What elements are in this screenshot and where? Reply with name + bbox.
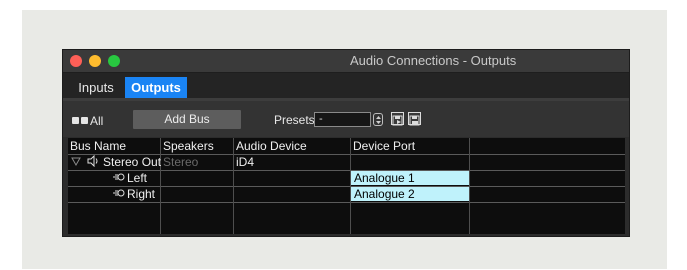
presets-stepper-icon[interactable] xyxy=(373,113,383,126)
save-preset-icon[interactable] xyxy=(391,112,404,126)
zoom-window-button[interactable] xyxy=(108,55,120,67)
close-window-button[interactable] xyxy=(70,55,82,67)
column-divider xyxy=(233,138,234,234)
device-port-right[interactable]: Analogue 2 xyxy=(351,187,469,201)
title-bar[interactable]: Audio Connections - Outputs xyxy=(63,50,629,73)
connections-table: Bus Name Speakers Audio Device Device Po… xyxy=(68,138,625,234)
column-header-speakers[interactable]: Speakers xyxy=(161,138,233,154)
tab-outputs[interactable]: Outputs xyxy=(125,77,187,99)
expand-all-icon[interactable] xyxy=(72,117,79,124)
tab-bar: Inputs Outputs xyxy=(63,73,629,99)
tab-inputs[interactable]: Inputs xyxy=(67,77,125,99)
column-divider xyxy=(469,138,470,234)
column-divider xyxy=(350,138,351,234)
minimize-window-button[interactable] xyxy=(89,55,101,67)
all-label[interactable]: All xyxy=(90,114,103,128)
plug-icon xyxy=(112,171,126,186)
presets-select[interactable]: - xyxy=(314,112,371,127)
toolbar: All Add Bus Presets - xyxy=(63,101,629,137)
column-divider xyxy=(160,138,161,234)
collapse-all-icon[interactable] xyxy=(81,117,88,124)
column-header-device-port[interactable]: Device Port xyxy=(351,138,469,154)
column-header-bus-name[interactable]: Bus Name xyxy=(68,138,161,154)
window-title: Audio Connections - Outputs xyxy=(350,53,517,68)
bus-name: Stereo Out xyxy=(103,155,162,169)
presets-label: Presets xyxy=(274,113,315,127)
collapse-triangle-icon[interactable] xyxy=(71,155,81,170)
add-bus-button[interactable]: Add Bus xyxy=(133,110,241,129)
column-header-audio-device[interactable]: Audio Device xyxy=(234,138,350,154)
device-port-left[interactable]: Analogue 1 xyxy=(351,171,469,185)
save-preset-as-icon[interactable] xyxy=(408,112,421,126)
row-divider xyxy=(68,202,625,203)
audio-connections-window: Audio Connections - Outputs Inputs Outpu… xyxy=(62,49,630,237)
plug-icon xyxy=(112,187,126,202)
bus-speakers[interactable]: Stereo xyxy=(163,155,198,170)
channel-name-right: Right xyxy=(127,187,156,201)
speaker-icon xyxy=(87,154,100,170)
row-divider xyxy=(68,170,625,171)
channel-name-left: Left xyxy=(127,171,148,185)
bus-audio-device[interactable]: iD4 xyxy=(236,155,254,170)
